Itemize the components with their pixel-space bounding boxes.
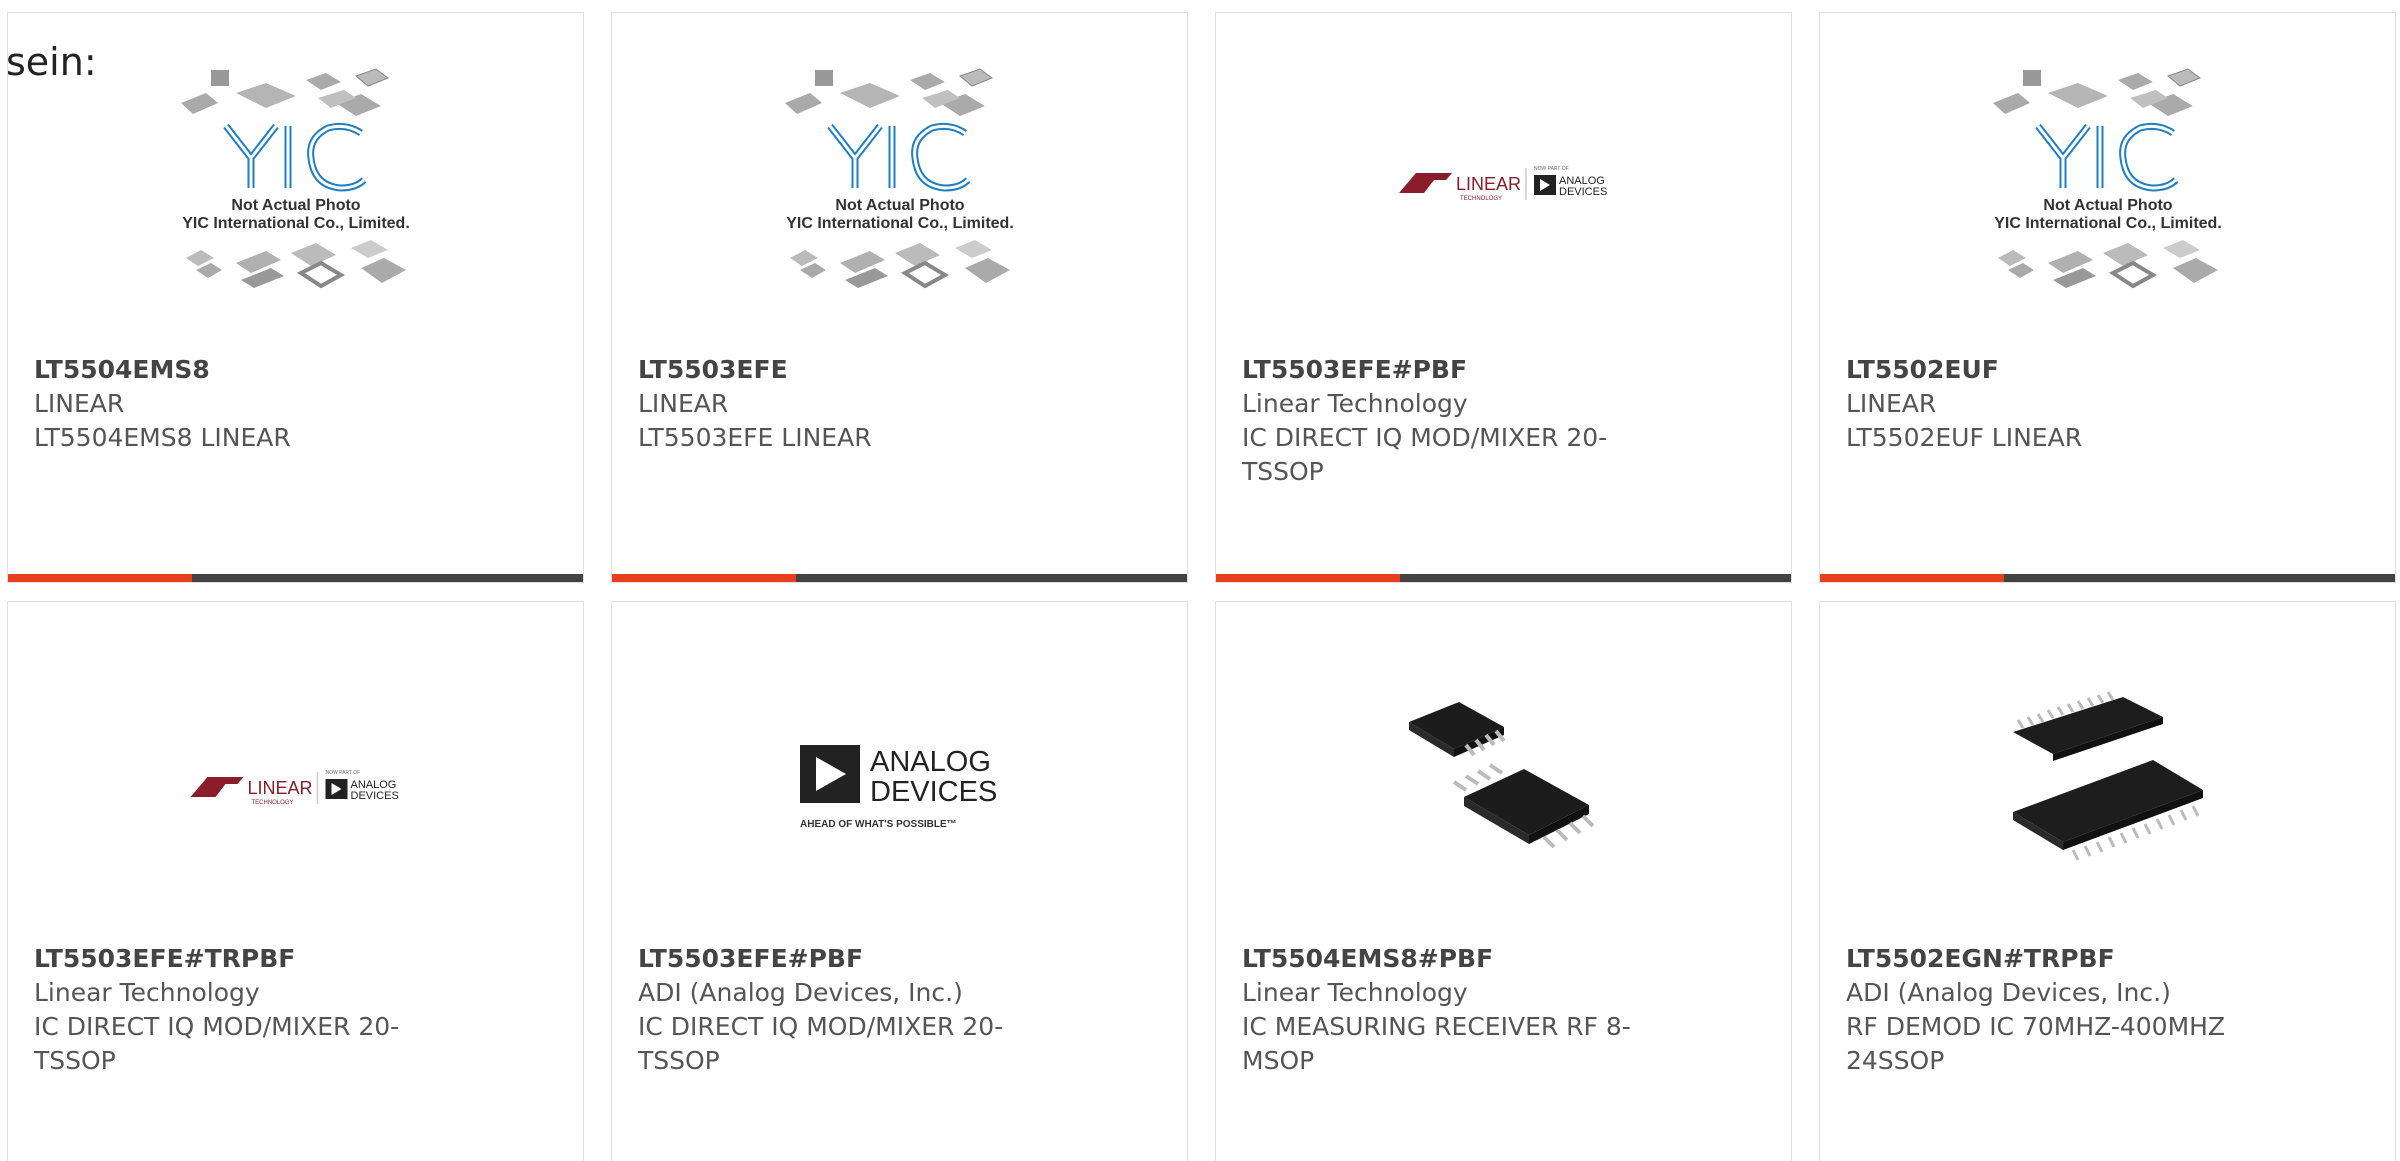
manufacturer: Linear Technology [1242,978,1468,1007]
description: IC DIRECT IQ MOD/MIXER 20-TSSOP [1242,423,1608,486]
product-card[interactable]: LT5504EMS8#PBF Linear Technology IC MEAS… [1215,601,1792,1161]
svg-text:NOW PART OF: NOW PART OF [1534,166,1569,172]
product-card[interactable]: Not Actual Photo YIC International Co., … [611,12,1188,583]
svg-text:Not Actual Photo: Not Actual Photo [231,197,360,214]
card-bottom-bar [1820,574,2395,582]
svg-text:DEVICES: DEVICES [351,790,399,802]
svg-text:AHEAD OF WHAT'S POSSIBLE™: AHEAD OF WHAT'S POSSIBLE™ [800,819,957,830]
yic-placeholder-icon: Not Actual Photo YIC International Co., … [784,68,1014,289]
adi-logo-icon: ANALOG DEVICES AHEAD OF WHAT'S POSSIBLE™ [799,745,997,830]
description: LT5504EMS8 LINEAR [34,423,291,452]
part-number[interactable]: LT5503EFE#TRPBF [34,942,434,976]
svg-text:DEVICES: DEVICES [870,776,997,808]
svg-text:Not Actual Photo: Not Actual Photo [835,197,964,214]
manufacturer: Linear Technology [1242,389,1468,418]
manufacturer: Linear Technology [34,978,260,1007]
description: RF DEMOD IC 70MHZ-400MHZ 24SSOP [1846,1012,2226,1075]
part-number[interactable]: LT5502EUF [1846,353,2246,387]
description: IC DIRECT IQ MOD/MIXER 20-TSSOP [638,1012,1004,1075]
manufacturer: LINEAR [34,389,125,418]
product-card[interactable]: LINEAR TECHNOLOGY NOW PART OF ANALOG DEV… [7,601,584,1161]
svg-text:TECHNOLOGY: TECHNOLOGY [252,800,294,806]
svg-text:YIC International Co., Limited: YIC International Co., Limited. [786,215,1014,232]
product-card[interactable]: Not Actual Photo YIC International Co., … [1819,12,2396,583]
part-number[interactable]: LT5503EFE [638,353,1038,387]
svg-text:YIC International Co., Limited: YIC International Co., Limited. [182,215,410,232]
yic-placeholder-icon: Not Actual Photo YIC International Co., … [180,68,410,289]
description: LT5502EUF LINEAR [1846,423,2083,452]
manufacturer: LINEAR [1846,389,1937,418]
product-image[interactable] [1820,637,2395,937]
linear-adi-logo-icon: LINEAR TECHNOLOGY NOW PART OF ANALOG DEV… [190,770,399,806]
product-image[interactable]: ANALOG DEVICES AHEAD OF WHAT'S POSSIBLE™ [612,637,1187,937]
svg-text:YIC International Co., Limited: YIC International Co., Limited. [1994,215,2222,232]
yic-placeholder-icon: Not Actual Photo YIC International Co., … [1992,68,2222,289]
page-heading-fragment: sein: [6,40,97,84]
product-card[interactable]: Not Actual Photo YIC International Co., … [7,12,584,583]
description: LT5503EFE LINEAR [638,423,872,452]
product-image[interactable]: LINEAR TECHNOLOGY NOW PART OF ANALOG DEV… [1216,13,1791,353]
product-image[interactable] [1216,637,1791,937]
msop-chip-photo-icon [1408,702,1594,849]
svg-text:TECHNOLOGY: TECHNOLOGY [1460,196,1502,202]
description: IC DIRECT IQ MOD/MIXER 20-TSSOP [34,1012,400,1075]
svg-text:NOW PART OF: NOW PART OF [326,770,361,776]
product-image[interactable]: LINEAR TECHNOLOGY NOW PART OF ANALOG DEV… [8,637,583,937]
card-bottom-bar [8,574,583,582]
linear-adi-logo-icon: LINEAR TECHNOLOGY NOW PART OF ANALOG DEV… [1398,166,1607,202]
svg-text:Not Actual Photo: Not Actual Photo [2043,197,2172,214]
card-bottom-bar [1216,574,1791,582]
svg-text:ANALOG: ANALOG [870,746,991,778]
manufacturer: ADI (Analog Devices, Inc.) [1846,978,2171,1007]
manufacturer: ADI (Analog Devices, Inc.) [638,978,963,1007]
part-number[interactable]: LT5504EMS8#PBF [1242,942,1642,976]
part-number[interactable]: LT5504EMS8 [34,353,434,387]
card-bottom-bar [612,574,1187,582]
part-number[interactable]: LT5502EGN#TRPBF [1846,942,2246,976]
svg-text:LINEAR: LINEAR [1456,174,1521,194]
ssop-chip-photo-icon [2012,691,2203,861]
part-number[interactable]: LT5503EFE#PBF [638,942,1038,976]
product-card[interactable]: LINEAR TECHNOLOGY NOW PART OF ANALOG DEV… [1215,12,1792,583]
svg-text:LINEAR: LINEAR [248,778,313,798]
product-image[interactable]: Not Actual Photo YIC International Co., … [1820,13,2395,353]
product-card[interactable]: ANALOG DEVICES AHEAD OF WHAT'S POSSIBLE™… [611,601,1188,1161]
product-card[interactable]: LT5502EGN#TRPBF ADI (Analog Devices, Inc… [1819,601,2396,1161]
description: IC MEASURING RECEIVER RF 8-MSOP [1242,1012,1631,1075]
part-number[interactable]: LT5503EFE#PBF [1242,353,1642,387]
product-image[interactable]: Not Actual Photo YIC International Co., … [612,13,1187,353]
manufacturer: LINEAR [638,389,729,418]
svg-text:DEVICES: DEVICES [1559,186,1607,198]
